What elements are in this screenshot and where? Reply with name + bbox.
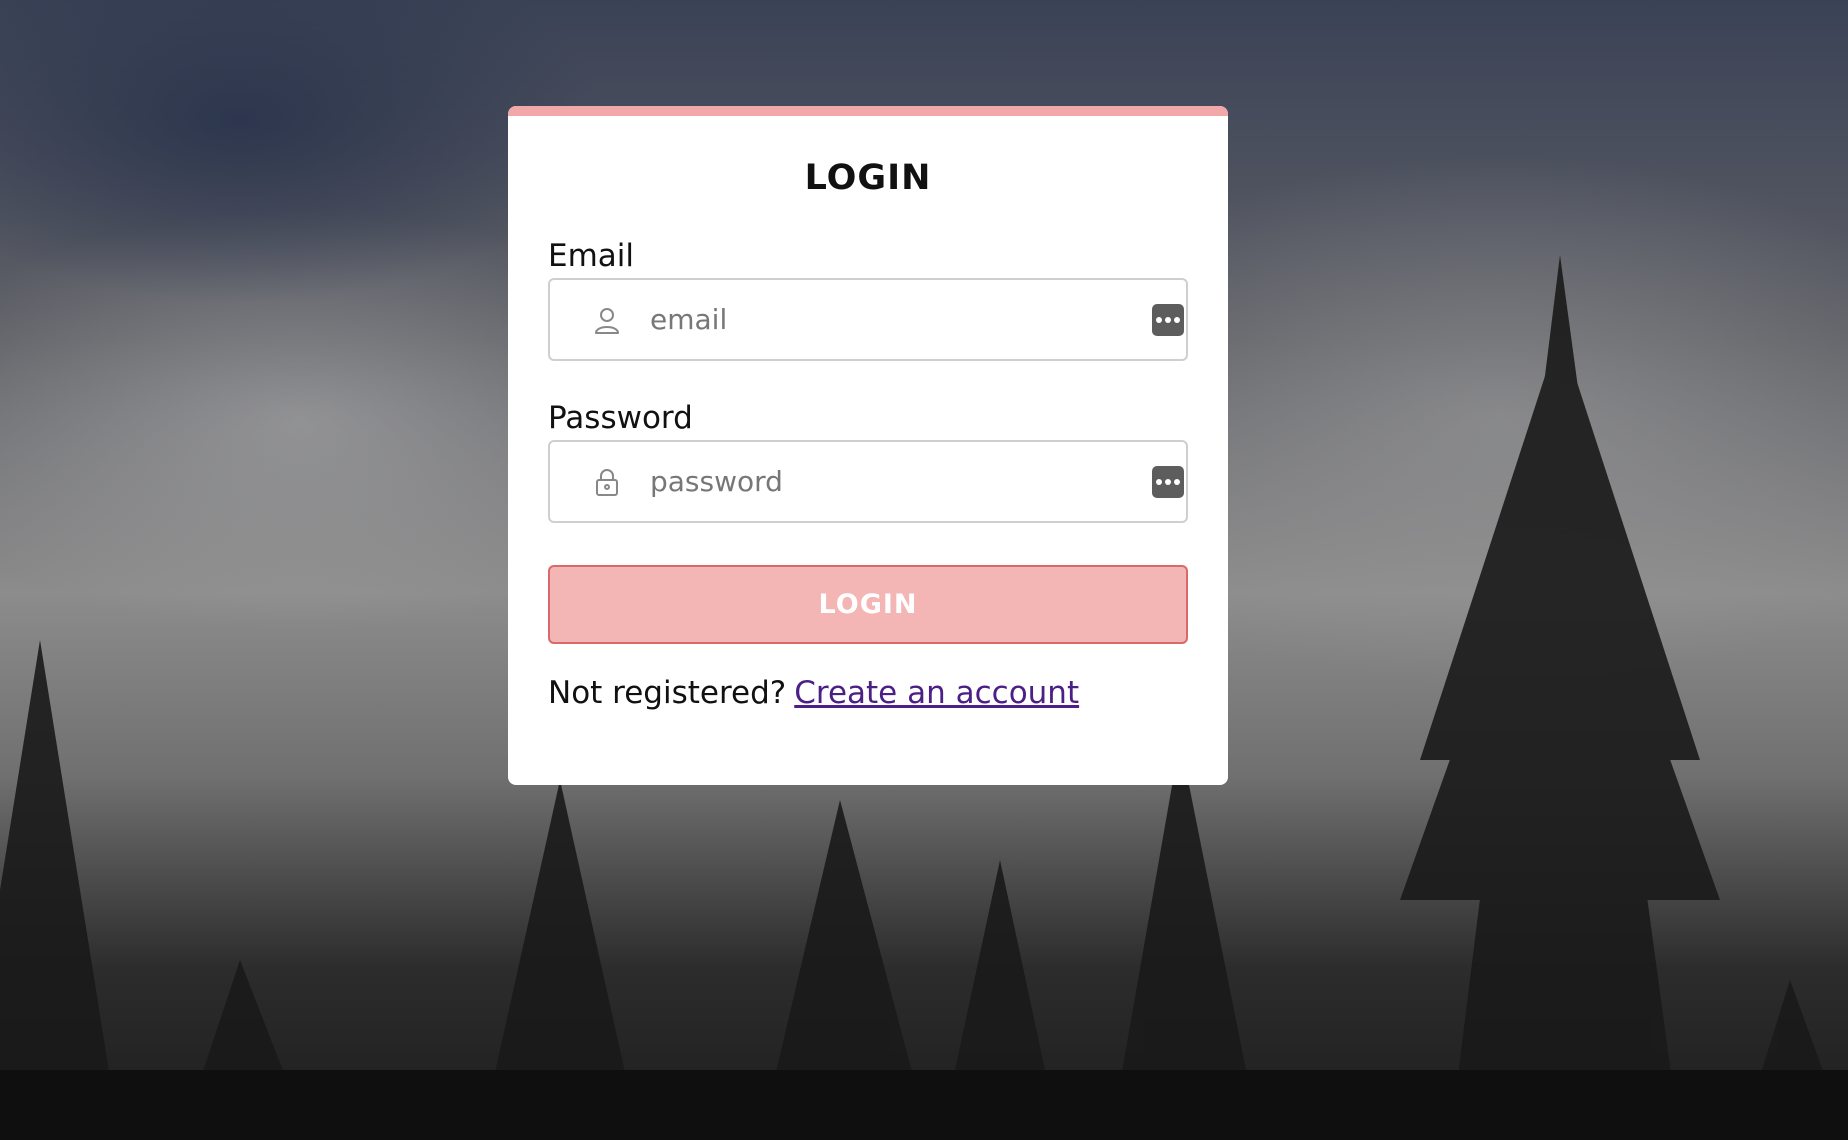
email-input[interactable] bbox=[650, 280, 1090, 359]
password-manager-icon[interactable] bbox=[1152, 466, 1184, 498]
email-label: Email bbox=[548, 238, 635, 274]
password-label: Password bbox=[548, 400, 693, 436]
password-field-wrapper bbox=[548, 440, 1188, 523]
login-card: LOGIN Email Password LOGIN Not registere… bbox=[508, 106, 1228, 785]
card-accent-bar bbox=[508, 106, 1228, 116]
register-prompt: Not registered? Create an account bbox=[548, 675, 1079, 711]
register-prompt-text: Not registered? bbox=[548, 675, 787, 711]
create-account-link[interactable]: Create an account bbox=[794, 675, 1079, 711]
login-button[interactable]: LOGIN bbox=[548, 565, 1188, 644]
login-title: LOGIN bbox=[804, 158, 932, 198]
user-icon bbox=[595, 308, 619, 334]
password-manager-icon[interactable] bbox=[1152, 304, 1184, 336]
email-field-wrapper bbox=[548, 278, 1188, 361]
lock-icon bbox=[596, 469, 618, 496]
password-input[interactable] bbox=[650, 442, 1090, 521]
